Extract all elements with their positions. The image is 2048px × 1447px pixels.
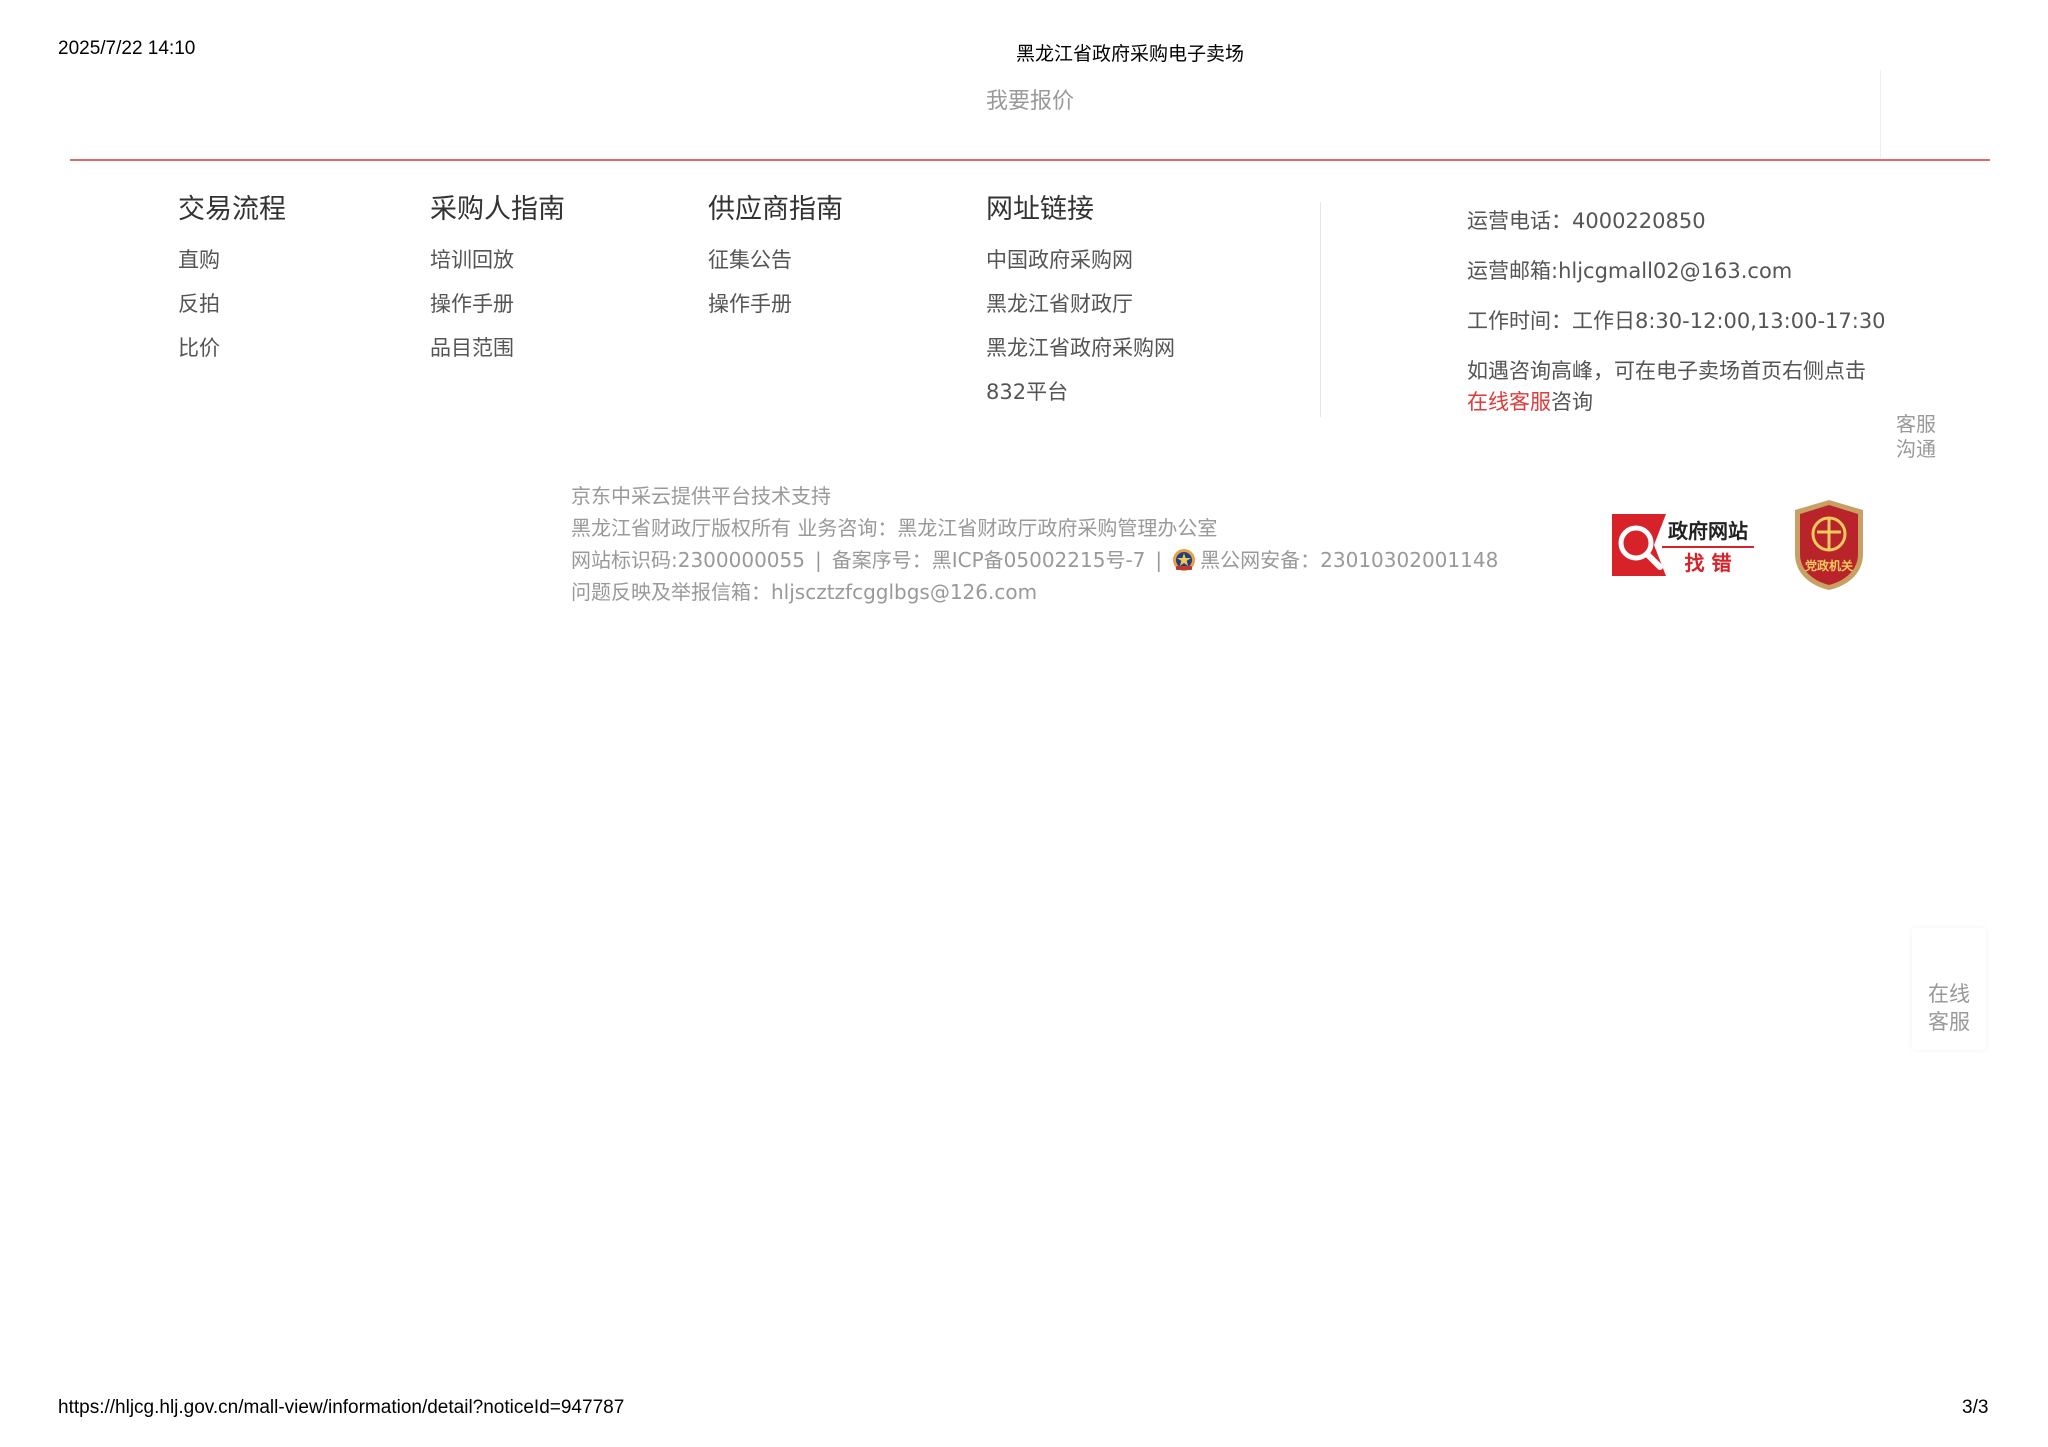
contact-email: 运营邮箱:hljcgmall02@163.com <box>1467 259 1793 283</box>
print-url: https://hljcg.hlj.gov.cn/mall-view/infor… <box>58 1397 625 1418</box>
credit-separator: | <box>1155 548 1163 572</box>
footer-column-divider <box>1320 202 1321 417</box>
contact-hours: 工作时间：工作日8:30-12:00,13:00-17:30 <box>1467 309 1886 333</box>
nav-link-reverse-auction[interactable]: 反拍 <box>178 290 286 318</box>
find-error-top-text: 政府网站 <box>1668 519 1748 543</box>
icp-link[interactable]: 备案序号：黑ICP备05002215号-7 <box>832 548 1146 572</box>
credit-copyright: 黑龙江省财政厅版权所有 业务咨询：黑龙江省财政厅政府采购管理办公室 <box>571 516 1218 540</box>
credit-tech-support: 京东中采云提供平台技术支持 <box>571 484 831 508</box>
credit-site-code: 网站标识码:2300000055 <box>571 548 805 572</box>
police-badge-icon <box>1173 549 1196 571</box>
party-org-text: 党政机关 <box>1805 558 1853 573</box>
nav-col-trade-process: 交易流程 直购 反拍 比价 <box>178 190 286 378</box>
print-page-number: 3/3 <box>1962 1397 1989 1418</box>
find-error-bottom-text: 找 错 <box>1685 551 1732 575</box>
nav-link-training-replay[interactable]: 培训回放 <box>430 246 565 274</box>
credit-separator: | <box>814 548 822 572</box>
contact-consult-text: 咨询 <box>1551 390 1593 414</box>
nav-link-price-compare[interactable]: 比价 <box>178 334 286 362</box>
gov-site-find-error-badge[interactable]: 政府网站 找 错 <box>1608 510 1756 580</box>
credit-report-mail: 问题反映及举报信箱：hljscztzfcgglbgs@126.com <box>571 580 1038 604</box>
nav-link-buyer-manual[interactable]: 操作手册 <box>430 290 565 318</box>
online-service-label-2: 客服 <box>1928 1010 1970 1034</box>
quote-divider <box>1880 70 1881 158</box>
nav-col-buyer-guide: 采购人指南 培训回放 操作手册 品目范围 <box>430 190 565 378</box>
header-red-rule <box>70 159 1990 161</box>
party-gov-org-badge[interactable]: 党政机关 <box>1789 498 1869 592</box>
nav-link-hlj-finance[interactable]: 黑龙江省财政厅 <box>986 290 1175 318</box>
nav-link-supplier-manual[interactable]: 操作手册 <box>708 290 843 318</box>
nav-col-title: 采购人指南 <box>430 194 565 225</box>
nav-link-solicitation-notice[interactable]: 征集公告 <box>708 246 843 274</box>
print-datetime: 2025/7/22 14:10 <box>58 38 196 59</box>
contact-peak-note: 如遇咨询高峰，可在电子卖场首页右侧点击 在线客服咨询 <box>1467 356 1887 418</box>
nav-col-title: 网址链接 <box>986 194 1094 225</box>
online-service-link[interactable]: 在线客服 <box>1467 390 1551 414</box>
online-service-label-1: 在线 <box>1928 982 1970 1006</box>
nav-link-ccgp[interactable]: 中国政府采购网 <box>986 246 1175 274</box>
credit-registration-line: 网站标识码:2300000055 | 备案序号：黑ICP备05002215号-7 | … <box>571 544 1498 576</box>
print-page-title: 黑龙江省政府采购电子卖场 <box>1016 44 1245 65</box>
nav-link-direct-buy[interactable]: 直购 <box>178 246 286 274</box>
nav-link-hlj-procurement[interactable]: 黑龙江省政府采购网 <box>986 334 1175 362</box>
footer-credits: 京东中采云提供平台技术支持 黑龙江省财政厅版权所有 业务咨询：黑龙江省财政厅政府… <box>571 480 1498 608</box>
service-chat-label-1: 客服 <box>1896 412 1936 436</box>
nav-link-832-platform[interactable]: 832平台 <box>986 378 1175 406</box>
police-record-link[interactable]: 黑公网安备：23010302001148 <box>1200 548 1498 572</box>
contact-phone: 运营电话：4000220850 <box>1467 209 1706 233</box>
contact-peak-text: 如遇咨询高峰，可在电子卖场首页右侧点击 <box>1467 359 1866 383</box>
nav-col-site-links: 网址链接 中国政府采购网 黑龙江省财政厅 黑龙江省政府采购网 832平台 <box>986 190 1175 422</box>
nav-col-supplier-guide: 供应商指南 征集公告 操作手册 <box>708 190 843 334</box>
nav-col-title: 交易流程 <box>178 194 286 225</box>
contact-info: 运营电话：4000220850 运营邮箱:hljcgmall02@163.com… <box>1467 206 1887 418</box>
nav-link-category-scope[interactable]: 品目范围 <box>430 334 565 362</box>
quote-link[interactable]: 我要报价 <box>986 83 1074 115</box>
service-chat-button[interactable]: 客服 沟通 <box>1896 412 1936 462</box>
nav-col-title: 供应商指南 <box>708 194 843 225</box>
service-chat-label-2: 沟通 <box>1896 437 1936 461</box>
online-service-float-button[interactable]: 在线 客服 <box>1912 928 1986 1050</box>
